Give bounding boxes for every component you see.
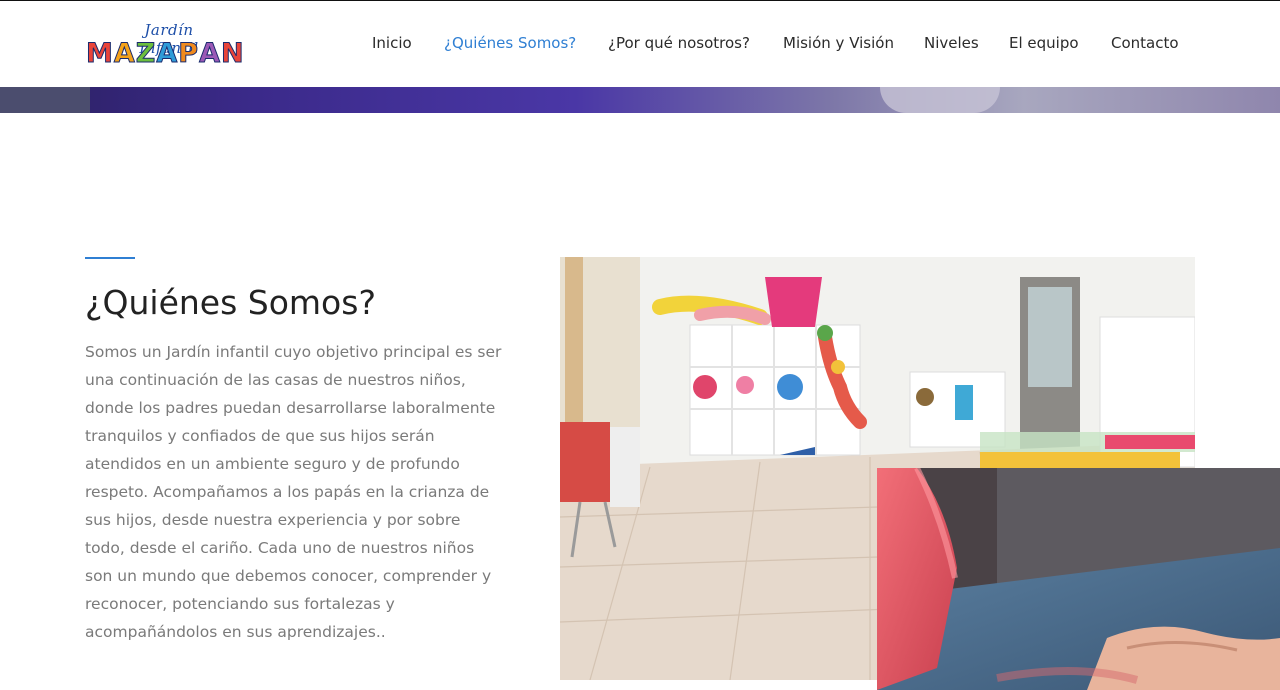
hero-banner-shape: [880, 87, 1000, 113]
site-header: Jardín Infantil MAZAPAN Inicio ¿Quiénes S…: [0, 1, 1280, 87]
section-description: Somos un Jardín infantil cuyo objetivo p…: [85, 343, 502, 641]
hero-banner-bottom: [0, 87, 1280, 113]
hero-banner-shape: [0, 87, 90, 113]
nav-mision-vision[interactable]: Misión y Visión: [783, 34, 894, 52]
nav-niveles[interactable]: Niveles: [924, 34, 979, 52]
nav-inicio[interactable]: Inicio: [372, 34, 412, 52]
child-hand-photo: [877, 468, 1280, 690]
section-title: ¿Quiénes Somos?: [85, 283, 376, 322]
child-hand-illustration: [877, 468, 1280, 690]
nav-el-equipo[interactable]: El equipo: [1009, 34, 1079, 52]
nav-por-que-nosotros[interactable]: ¿Por qué nosotros?: [608, 34, 750, 52]
nav-quienes-somos[interactable]: ¿Quiénes Somos?: [444, 34, 576, 52]
nav-contacto[interactable]: Contacto: [1111, 34, 1179, 52]
main-navigation: Inicio ¿Quiénes Somos? ¿Por qué nosotros? M…: [0, 34, 1280, 58]
section-accent-line: [85, 257, 135, 259]
